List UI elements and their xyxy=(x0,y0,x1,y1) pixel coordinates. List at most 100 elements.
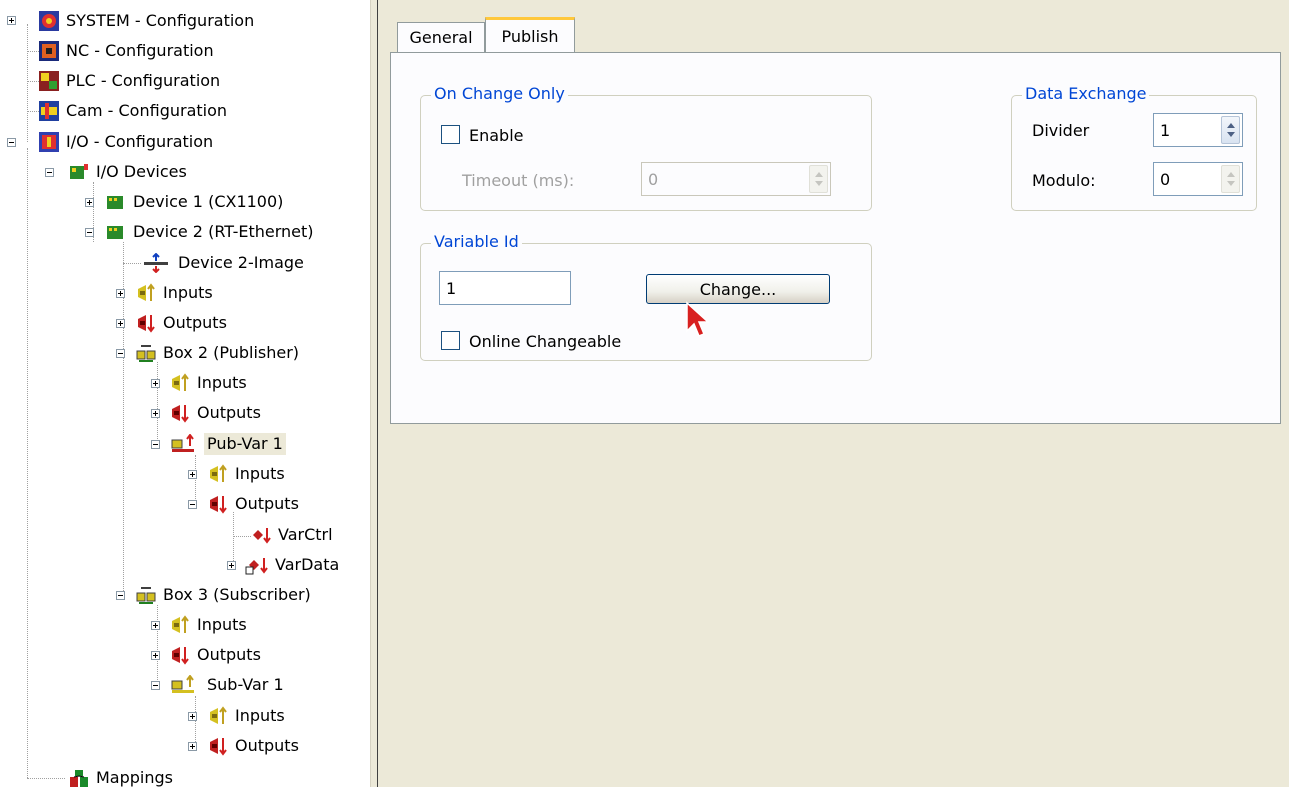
spin-up-icon xyxy=(815,172,823,177)
pane-splitter[interactable] xyxy=(370,0,378,787)
tree-item-device1[interactable]: Device 1 (CX1100) xyxy=(106,189,286,215)
tree-item-varctrl[interactable]: VarCtrl xyxy=(251,522,336,548)
tree-item-label: Mappings xyxy=(96,768,173,787)
expand-toggle[interactable] xyxy=(116,289,125,298)
publish-panel: On Change Only Enable Timeout (ms): 0 Da… xyxy=(390,52,1281,424)
tree-item-label: NC - Configuration xyxy=(66,41,214,60)
divider-spinner[interactable] xyxy=(1221,116,1240,144)
expand-toggle[interactable] xyxy=(188,712,197,721)
configuration-tree: SYSTEM - Configuration NC - Configuratio… xyxy=(0,0,370,787)
tree-item-box3[interactable]: Box 3 (Subscriber) xyxy=(136,582,314,608)
modulo-input[interactable]: 0 xyxy=(1153,162,1243,196)
enable-checkbox[interactable] xyxy=(441,125,460,144)
timeout-label: Timeout (ms): xyxy=(462,171,575,190)
expand-toggle[interactable] xyxy=(85,198,94,207)
timeout-input[interactable]: 0 xyxy=(641,162,831,196)
outputs-icon xyxy=(136,313,156,333)
tree-item-outputs[interactable]: Outputs xyxy=(170,400,264,426)
online-changeable-checkbox[interactable] xyxy=(441,331,460,350)
tree-item-label: Outputs xyxy=(235,494,299,513)
tree-line xyxy=(233,536,251,537)
tree-item-box2[interactable]: Box 2 (Publisher) xyxy=(136,340,302,366)
tree-item-outputs[interactable]: Outputs xyxy=(170,642,264,668)
tree-item-pub-var[interactable]: Pub-Var 1 xyxy=(170,431,286,457)
tree-item-inputs[interactable]: Inputs xyxy=(170,370,250,396)
tree-item-label: Inputs xyxy=(197,615,247,634)
tree-item-plc[interactable]: PLC - Configuration xyxy=(39,68,223,94)
sub-var-icon xyxy=(170,674,200,695)
tab-general[interactable]: General xyxy=(397,22,485,52)
timeout-value: 0 xyxy=(648,169,659,189)
tree-line xyxy=(27,24,28,142)
tree-item-io-devices[interactable]: I/O Devices xyxy=(69,159,190,185)
collapse-toggle[interactable] xyxy=(7,138,16,147)
tree-item-mappings[interactable]: Mappings xyxy=(69,765,176,791)
spin-down-icon xyxy=(815,181,823,186)
collapse-toggle[interactable] xyxy=(85,228,94,237)
tree-item-label: Outputs xyxy=(197,403,261,422)
tab-label: Publish xyxy=(501,26,559,46)
inputs-icon xyxy=(170,373,190,393)
outputs-icon xyxy=(170,403,190,423)
tree-item-label: Pub-Var 1 xyxy=(204,433,286,455)
collapse-toggle[interactable] xyxy=(188,500,197,509)
tab-publish[interactable]: Publish xyxy=(485,17,575,52)
expand-toggle[interactable] xyxy=(151,621,160,630)
divider-input[interactable]: 1 xyxy=(1153,113,1243,147)
tree-item-vardata[interactable]: VarData xyxy=(244,552,342,578)
expand-toggle[interactable] xyxy=(151,379,160,388)
variable-id-group: Variable Id 1 Change... Online Changeabl… xyxy=(420,232,872,361)
tree-item-inputs[interactable]: Inputs xyxy=(208,703,288,729)
tree-item-outputs[interactable]: Outputs xyxy=(208,491,302,517)
expand-toggle[interactable] xyxy=(151,651,160,660)
tree-item-inputs[interactable]: Inputs xyxy=(208,461,288,487)
tree-item-cam[interactable]: Cam - Configuration xyxy=(39,98,230,124)
tree-line xyxy=(157,362,158,447)
tree-item-io[interactable]: I/O - Configuration xyxy=(39,129,216,155)
change-button[interactable]: Change... xyxy=(646,274,830,304)
tree-item-inputs[interactable]: Inputs xyxy=(136,280,216,306)
group-title: Data Exchange xyxy=(1022,84,1150,103)
collapse-toggle[interactable] xyxy=(116,591,125,600)
expand-toggle[interactable] xyxy=(116,319,125,328)
tree-line xyxy=(195,696,196,746)
expand-toggle[interactable] xyxy=(7,16,16,25)
tree-item-label: Inputs xyxy=(235,706,285,725)
tree-line xyxy=(27,81,39,82)
inputs-icon xyxy=(170,615,190,635)
collapse-toggle[interactable] xyxy=(116,349,125,358)
variable-linked-output-icon xyxy=(244,555,268,575)
expand-toggle[interactable] xyxy=(151,409,160,418)
timeout-spinner[interactable] xyxy=(809,165,828,193)
tree-item-inputs[interactable]: Inputs xyxy=(170,612,250,638)
tree-item-sub-var[interactable]: Sub-Var 1 xyxy=(170,672,287,698)
collapse-toggle[interactable] xyxy=(151,681,160,690)
tree-item-label: Device 1 (CX1100) xyxy=(133,192,284,211)
variable-output-icon xyxy=(251,525,271,545)
modulo-spinner[interactable] xyxy=(1221,165,1240,193)
expand-toggle[interactable] xyxy=(188,470,197,479)
tree-item-label: Device 2 (RT-Ethernet) xyxy=(133,222,314,241)
collapse-toggle[interactable] xyxy=(151,440,160,449)
expand-toggle[interactable] xyxy=(227,561,236,570)
expand-toggle[interactable] xyxy=(188,742,197,751)
spin-up-icon xyxy=(1227,123,1235,128)
tree-item-device2-image[interactable]: Device 2-Image xyxy=(141,250,307,276)
divider-value: 1 xyxy=(1160,120,1171,140)
tree-item-label: VarCtrl xyxy=(278,525,333,544)
divider-label: Divider xyxy=(1032,121,1090,140)
nc-config-icon xyxy=(39,41,59,61)
group-title: On Change Only xyxy=(431,84,568,103)
tree-item-nc[interactable]: NC - Configuration xyxy=(39,38,217,64)
tree-item-outputs[interactable]: Outputs xyxy=(208,733,302,759)
tree-item-system[interactable]: SYSTEM - Configuration xyxy=(39,8,257,34)
tree-item-label: Inputs xyxy=(163,283,213,302)
cam-config-icon xyxy=(39,101,59,121)
tree-item-device2[interactable]: Device 2 (RT-Ethernet) xyxy=(106,219,317,245)
tree-item-outputs[interactable]: Outputs xyxy=(136,310,230,336)
device-icon xyxy=(106,192,126,212)
variable-id-input[interactable]: 1 xyxy=(439,271,571,305)
tree-item-label: Outputs xyxy=(197,645,261,664)
collapse-toggle[interactable] xyxy=(45,168,54,177)
tree-line xyxy=(27,51,39,52)
